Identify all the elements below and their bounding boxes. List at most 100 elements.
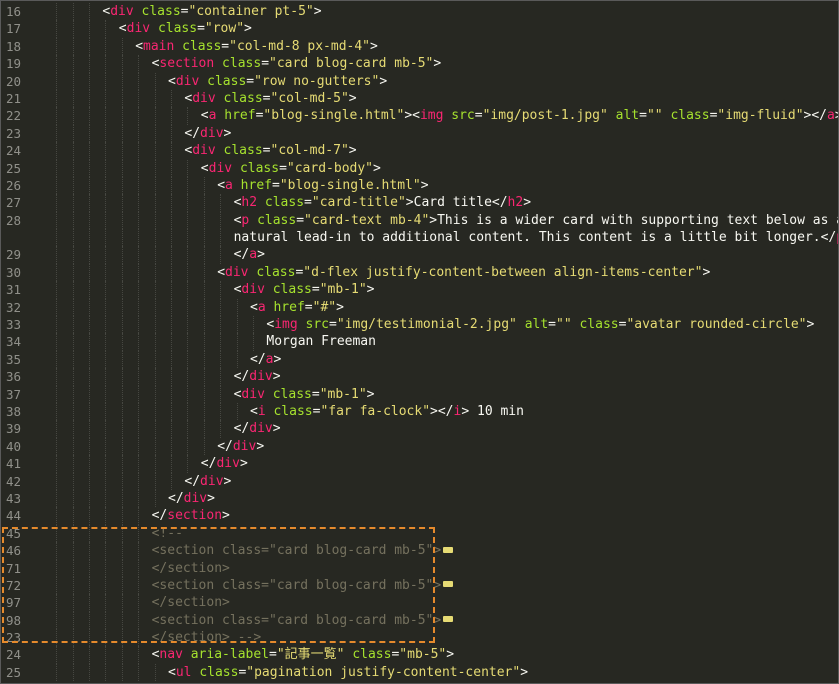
code-editor[interactable]: 16 <div class="container pt-5"> 17 <div cla…: [0, 0, 839, 684]
line-number: 17: [6, 21, 22, 37]
code-line[interactable]: 28 <p class="card-text mb-4">This is a wi…: [1, 211, 838, 230]
code-line[interactable]: 24 <nav aria-label="記事一覧" class="mb-5">: [1, 646, 838, 664]
token-text: =: [261, 56, 270, 72]
code-line[interactable]: 97 </section>: [1, 594, 838, 612]
indent-guide: [121, 402, 123, 421]
code-text: </div>: [201, 455, 248, 472]
code-line[interactable]: 37 <div class="mb-1">: [1, 385, 838, 403]
indent-guide: [154, 472, 156, 490]
code-line[interactable]: 36 </div>: [1, 368, 838, 386]
code-line[interactable]: 32 <a href="#">: [1, 298, 838, 317]
code-line[interactable]: 25 <ul class="pagination justify-content-…: [1, 663, 838, 682]
indent-guide: [56, 124, 58, 143]
code-line[interactable]: 44 </section>: [1, 507, 838, 525]
indent-guide: [138, 350, 140, 369]
indent-guide: [72, 368, 74, 386]
token-tag: div: [225, 264, 249, 280]
token-str: "d-flex justify-content-between align-it…: [303, 264, 703, 280]
code-line[interactable]: natural lead-in to additional content. T…: [1, 229, 838, 247]
code-line[interactable]: 46 <section class="card blog-card mb-5">: [1, 542, 838, 560]
token-attr: href: [273, 299, 305, 315]
code-line[interactable]: 23 </div>: [1, 124, 838, 143]
token-text: >: [433, 56, 442, 72]
code-line[interactable]: 31 <div class="mb-1">: [1, 281, 838, 299]
indent-guide: [138, 663, 140, 682]
code-line[interactable]: 23 </section> -->: [1, 629, 838, 647]
code-line[interactable]: 98 <section class="card blog-card mb-5">: [1, 611, 838, 630]
code-line[interactable]: 27 <h2 class="card-title">Card title</h2>: [1, 194, 838, 212]
indent-guide: [138, 142, 140, 160]
indent-guide: [121, 524, 123, 543]
code-line[interactable]: 33 <img src="img/testimonial-2.jpg" alt="…: [1, 316, 838, 334]
token-str: "mb-5": [399, 647, 447, 663]
code-line[interactable]: 42 </div>: [1, 472, 838, 490]
indent-guide: [56, 316, 58, 334]
fold-marker-icon[interactable]: [443, 581, 454, 588]
code-line[interactable]: 30 <div class="d-flex justify-content-bet…: [1, 263, 838, 282]
token-text: natural lead-in to additional content. T…: [233, 230, 837, 246]
code-line[interactable]: 72 <section class="card blog-card mb-5">: [1, 576, 838, 595]
line-number: 25: [6, 160, 22, 176]
code-line[interactable]: 38 <i class="far fa-clock"></i> 10 min: [1, 402, 838, 421]
indent-guide: [138, 263, 140, 282]
indent-guide: [187, 263, 189, 282]
indent-guide: [171, 472, 172, 490]
code-line[interactable]: 22 <a href="blog-single.html"><img src="i…: [1, 107, 838, 125]
indent-guide: [220, 229, 222, 247]
line-number: 19: [6, 56, 22, 72]
line-number: 20: [6, 73, 22, 89]
token-tag: div: [249, 369, 273, 385]
code-line[interactable]: 29 </a>: [1, 246, 838, 264]
line-number: 34: [6, 334, 22, 350]
code-line[interactable]: 24 <div class="col-md-7">: [1, 142, 838, 160]
code-line[interactable]: 16 <div class="container pt-5">: [1, 3, 838, 21]
fold-marker-icon[interactable]: [443, 616, 454, 623]
code-line[interactable]: 20 <div class="row no-gutters">: [1, 72, 838, 90]
indent-guide: [171, 124, 172, 143]
code-line[interactable]: 17 <div class="row">: [1, 20, 838, 38]
code-line[interactable]: 39 </div>: [1, 420, 838, 438]
code-text: </div>: [184, 125, 231, 142]
line-number: 31: [6, 282, 22, 298]
indent-guide: [72, 489, 74, 508]
code-line[interactable]: 34 Morgan Freeman: [1, 333, 838, 351]
indent-guide: [138, 542, 140, 560]
code-line[interactable]: 35 </a>: [1, 350, 838, 369]
indent-guide: [138, 159, 140, 177]
code-line[interactable]: 21 <div class="col-md-5">: [1, 89, 838, 108]
indent-guide: [105, 455, 107, 473]
indent-guide: [187, 229, 189, 247]
code-line[interactable]: 71 </section>: [1, 559, 838, 577]
fold-marker-icon[interactable]: [443, 546, 454, 553]
token-str: "card blog-card mb-5": [269, 56, 434, 72]
indent-guide: [56, 559, 58, 577]
line-number: 36: [6, 369, 22, 385]
indent-guide: [236, 402, 238, 421]
indent-guide: [105, 72, 107, 90]
token-tag: div: [192, 90, 216, 106]
line-number: 21: [6, 90, 22, 106]
code-line[interactable]: 25 <div class="card-body">: [1, 159, 838, 177]
code-line[interactable]: 45 <!--: [1, 524, 838, 543]
indent-guide: [121, 281, 123, 299]
indent-guide: [89, 142, 90, 160]
code-text: </section>: [152, 594, 230, 611]
code-line[interactable]: 41 </div>: [1, 455, 838, 473]
token-text: <: [217, 177, 226, 193]
indent-guide: [138, 124, 140, 143]
indent-guide: [154, 437, 156, 456]
indent-guide: [154, 489, 156, 508]
indent-guide: [56, 350, 58, 369]
code-text: </section> -->: [152, 629, 262, 646]
indent-guide: [154, 663, 156, 682]
code-line[interactable]: 43 </div>: [1, 489, 838, 508]
code-line[interactable]: 26 <a href="blog-single.html">: [1, 176, 838, 195]
code-text: <div class="d-flex justify-content-betwe…: [217, 264, 710, 281]
code-line[interactable]: 40 </div>: [1, 437, 838, 456]
code-line[interactable]: 19 <section class="card blog-card mb-5">: [1, 55, 838, 73]
indent-guide: [154, 298, 156, 317]
line-number: 35: [6, 351, 22, 367]
code-line[interactable]: 18 <main class="col-md-8 px-md-4">: [1, 37, 838, 56]
